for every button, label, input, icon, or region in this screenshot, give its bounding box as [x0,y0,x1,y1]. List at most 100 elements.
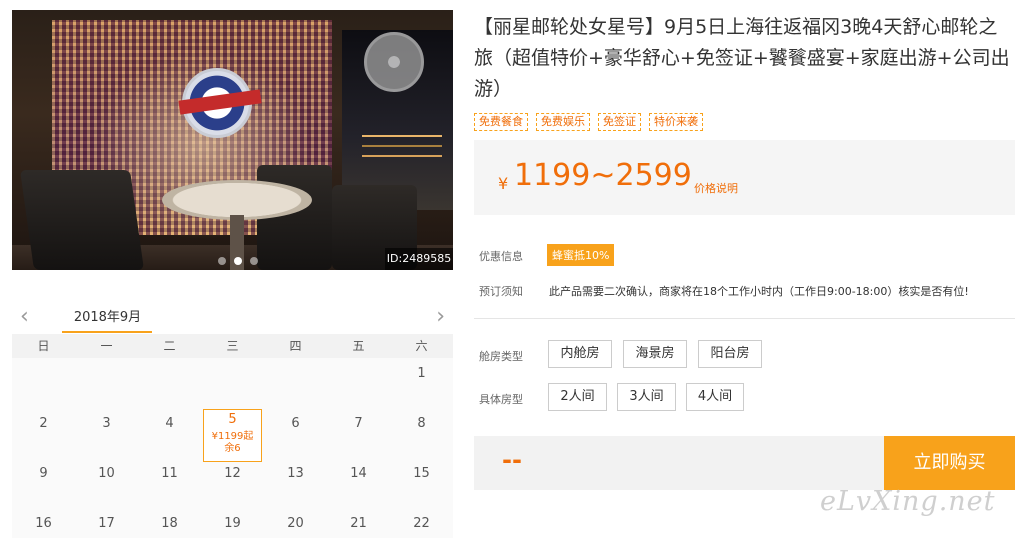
calendar-day: 15 [390,458,453,508]
calendar-week-row: 9 10 11 12 13 14 15 [12,458,453,508]
room-option-2p[interactable]: 2人间 [548,383,607,411]
calendar-week-row: 16 17 18 19 20 21 22 [12,508,453,538]
day-number: 7 [354,416,363,431]
slide-dot[interactable] [250,257,258,265]
calendar-day: 7 [327,408,390,458]
calendar-day: 17 [75,508,138,538]
day-number: 8 [417,416,426,431]
notice-label: 预订须知 [479,285,523,298]
photo-table [162,180,312,220]
day-number: 15 [413,466,430,481]
price-box: ¥ 1199~2599 价格说明 [474,140,1015,215]
day-number: 2 [39,416,48,431]
day-number: 19 [224,516,241,531]
calendar-week-row: 2 3 4 5 ¥1199起 余6 6 7 8 [12,408,453,462]
cabin-option-inside[interactable]: 内舱房 [548,340,612,368]
weekday: 三 [201,334,264,358]
weekday: 日 [12,334,75,358]
day-number: 20 [287,516,304,531]
calendar-day: 22 [390,508,453,538]
chevron-left-icon[interactable]: ‹ [20,304,29,329]
weekday: 六 [390,334,453,358]
promo-label: 优惠信息 [479,250,523,263]
divider [474,318,1015,319]
calendar-day: 21 [327,508,390,538]
promo-badge: 蜂蜜抵10% [547,244,615,266]
calendar-day: 1 [390,358,453,408]
product-photo[interactable]: ID:2489585 [12,10,453,270]
calendar-day: 13 [264,458,327,508]
price-note-link[interactable]: 价格说明 [694,180,738,196]
day-number: 1 [417,366,426,381]
weekday-header: 日 一 二 三 四 五 六 [12,334,453,358]
day-number: 21 [350,516,367,531]
slide-dot[interactable] [218,257,226,265]
calendar-day: 4 [138,408,201,458]
feature-tag: 免费餐食 [474,113,528,131]
day-number: 4 [165,416,174,431]
calendar-day: 12 [201,458,264,508]
photo-chair [19,170,145,270]
calendar-day: 11 [138,458,201,508]
total-price: -- [502,446,522,474]
calendar-day: 18 [138,508,201,538]
day-number: 5 [228,412,237,427]
slide-dot-active[interactable] [234,257,242,265]
weekday: 一 [75,334,138,358]
day-number: 16 [35,516,52,531]
chevron-right-icon[interactable]: › [436,304,445,329]
slide-indicator [218,257,258,265]
site-watermark: eLvXing.net [820,486,996,517]
buy-now-button[interactable]: 立即购买 [884,436,1015,490]
weekday: 五 [327,334,390,358]
calendar-header: ‹ 2018年9月 › [12,298,453,334]
calendar-day [12,358,75,408]
calendar-day: 9 [12,458,75,508]
product-title: 【丽星邮轮处女星号】9月5日上海往返福冈3晚4天舒心邮轮之旅（超值特价+豪华舒心… [474,16,1010,100]
day-number: 9 [39,466,48,481]
day-number: 13 [287,466,304,481]
cabin-type-label: 舱房类型 [479,350,523,363]
cruise-logo [182,68,252,138]
cabin-option-oceanview[interactable]: 海景房 [623,340,687,368]
day-number: 17 [98,516,115,531]
weekday: 二 [138,334,201,358]
image-id-label: ID:2489585 [385,248,453,270]
calendar-day: 16 [12,508,75,538]
weekday: 四 [264,334,327,358]
calendar-day: 14 [327,458,390,508]
day-number: 18 [161,516,178,531]
calendar-day: 2 [12,408,75,458]
cabin-option-balcony[interactable]: 阳台房 [698,340,762,368]
feature-tag: 特价来袭 [649,113,703,131]
departure-calendar: ‹ 2018年9月 › 日 一 二 三 四 五 六 1 2 3 4 5 ¥119… [12,298,453,538]
currency-symbol: ¥ [498,174,509,193]
feature-tag: 免费娱乐 [536,113,590,131]
room-option-3p[interactable]: 3人间 [617,383,676,411]
calendar-day [264,358,327,408]
day-number: 12 [224,466,241,481]
room-option-4p[interactable]: 4人间 [686,383,744,411]
price-range: 1199~2599 [514,158,692,193]
calendar-day: 20 [264,508,327,538]
calendar-day [201,358,264,408]
calendar-day: 8 [390,408,453,458]
calendar-day [138,358,201,408]
calendar-day [327,358,390,408]
day-number: 6 [291,416,300,431]
calendar-week-row: 1 [12,358,453,408]
calendar-day: 6 [264,408,327,458]
calendar-day [75,358,138,408]
calendar-day: 3 [75,408,138,458]
calendar-day: 10 [75,458,138,508]
day-number: 10 [98,466,115,481]
calendar-day: 19 [201,508,264,538]
feature-tag: 免签证 [598,113,641,131]
photo-fan [364,32,424,92]
room-type-label: 具体房型 [479,393,523,406]
calendar-month[interactable]: 2018年9月 [60,306,155,325]
day-number: 22 [413,516,430,531]
calendar-day-selected[interactable]: 5 ¥1199起 余6 [201,408,264,462]
notice-text: 此产品需要二次确认，商家将在18个工作小时内（工作日9:00-18:00）核实是… [549,285,969,298]
feature-tags: 免费餐食 免费娱乐 免签证 特价来袭 [474,113,703,131]
